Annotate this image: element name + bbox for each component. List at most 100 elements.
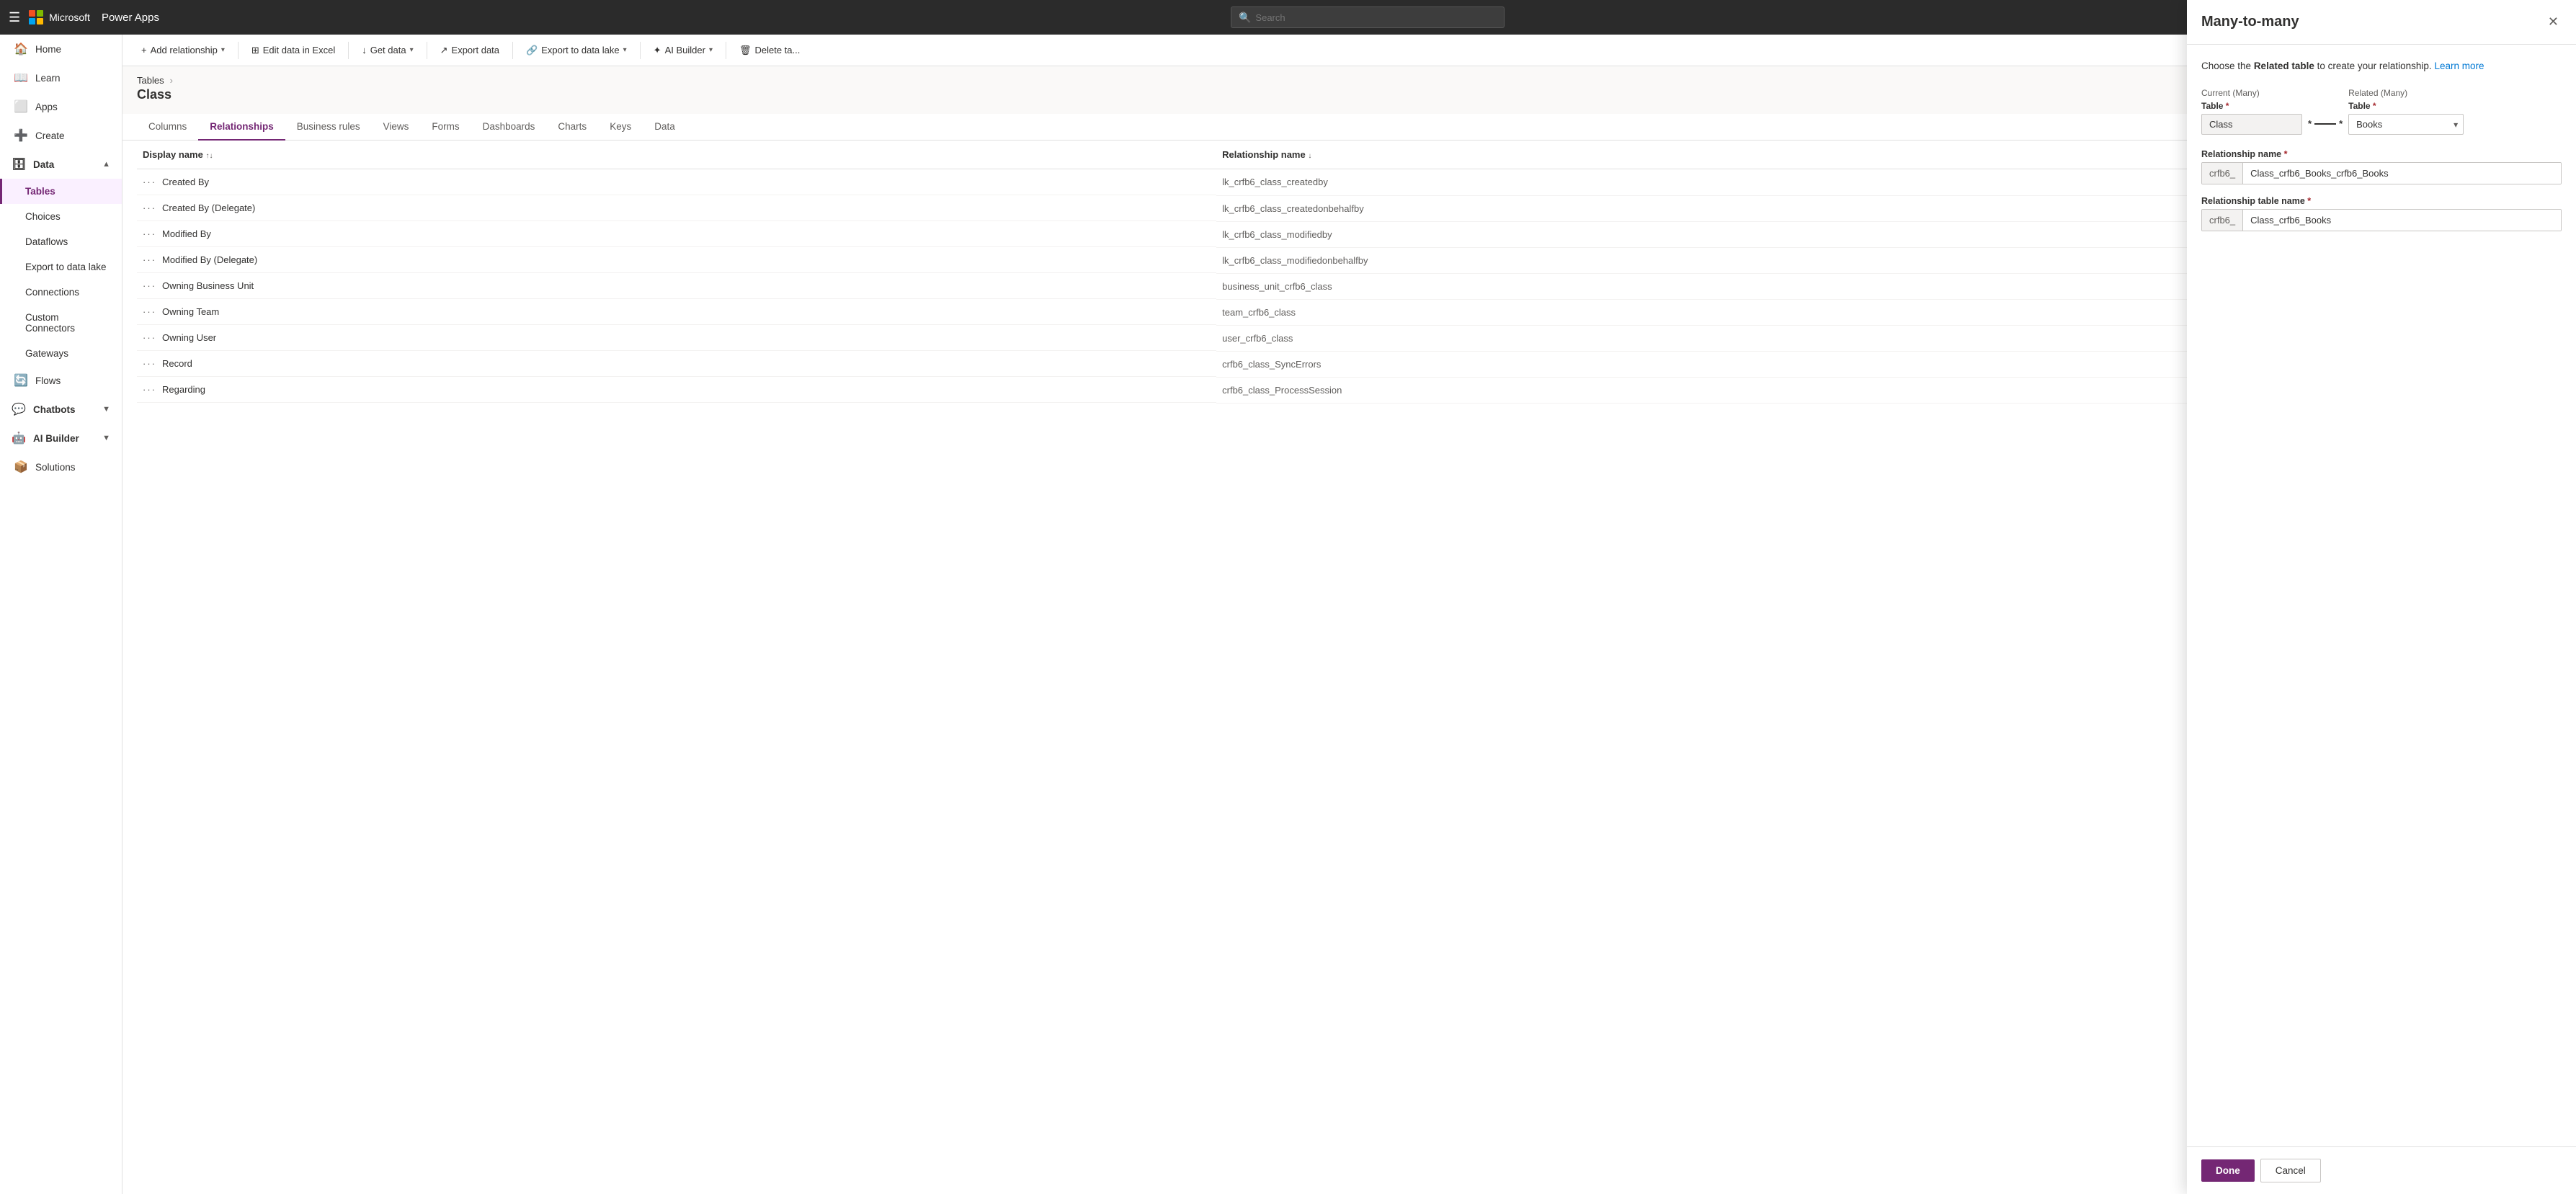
- sidebar-item-label-data: Data: [33, 159, 54, 170]
- sidebar-item-label-connections: Connections: [25, 287, 79, 298]
- more-actions-icon[interactable]: ···: [143, 202, 156, 213]
- tab-data[interactable]: Data: [643, 114, 687, 141]
- sidebar-item-apps[interactable]: ⬜ Apps: [0, 92, 122, 121]
- page-title: Class: [137, 87, 171, 102]
- more-actions-icon[interactable]: ···: [143, 384, 156, 395]
- sidebar-group-data[interactable]: 🗄 Data ▲: [0, 150, 122, 179]
- more-actions-icon[interactable]: ···: [143, 280, 156, 291]
- sidebar-item-custom-connectors[interactable]: Custom Connectors: [0, 305, 122, 341]
- home-icon: 🏠: [14, 42, 28, 56]
- current-table-label: Table *: [2201, 101, 2302, 111]
- cmd-divider-1: [238, 42, 239, 59]
- export-lake-button[interactable]: 🔗 Export to data lake ▾: [519, 40, 634, 61]
- search-input[interactable]: [1255, 12, 1497, 23]
- export-data-button[interactable]: ↗ Export data: [433, 40, 507, 61]
- more-actions-icon[interactable]: ···: [143, 228, 156, 239]
- expand-icon: ▲: [102, 160, 110, 169]
- get-data-button[interactable]: ↓ Get data ▾: [355, 40, 420, 60]
- cancel-button[interactable]: Cancel: [2260, 1159, 2321, 1182]
- sidebar-item-home[interactable]: 🏠 Home: [0, 35, 122, 63]
- sidebar-item-gateways[interactable]: Gateways: [0, 341, 122, 366]
- delete-table-label: Delete ta...: [754, 45, 800, 55]
- tab-charts[interactable]: Charts: [546, 114, 598, 141]
- rel-name-prefix: crfb6_: [2202, 163, 2243, 184]
- tab-business-rules[interactable]: Business rules: [285, 114, 372, 141]
- get-data-label: Get data: [370, 45, 406, 55]
- delete-table-button[interactable]: 🗑 Delete ta...: [732, 40, 807, 61]
- export-lake-label: Export to data lake: [541, 45, 619, 55]
- sidebar-item-create[interactable]: ➕ Create: [0, 121, 122, 150]
- export-data-label: Export data: [452, 45, 500, 55]
- sidebar-item-label-export: Export to data lake: [25, 262, 107, 272]
- ai-expand-icon: ▼: [102, 434, 110, 442]
- microsoft-text: Microsoft: [49, 12, 90, 23]
- related-table-label: Table *: [2348, 101, 2464, 111]
- sort-rel-name-icon: ↓: [1308, 152, 1311, 160]
- tab-views[interactable]: Views: [372, 114, 421, 141]
- sidebar-item-learn[interactable]: 📖 Learn: [0, 63, 122, 92]
- sidebar-item-solutions[interactable]: 📦 Solutions: [0, 453, 122, 481]
- cmd-divider-5: [640, 42, 641, 59]
- breadcrumb-parent[interactable]: Tables: [137, 75, 164, 86]
- sort-display-name-icon: ↑↓: [205, 152, 213, 160]
- tab-relationships[interactable]: Relationships: [198, 114, 285, 141]
- chatbots-icon: 💬: [12, 402, 26, 416]
- create-icon: ➕: [14, 128, 28, 143]
- more-actions-icon[interactable]: ···: [143, 306, 156, 317]
- get-data-chevron: ▾: [410, 46, 414, 54]
- cell-display-name: ··· Owning Business Unit: [137, 273, 1216, 299]
- panel-title: Many-to-many: [2201, 14, 2299, 30]
- more-actions-icon[interactable]: ···: [143, 177, 156, 187]
- cell-display-name: ··· Modified By: [137, 221, 1216, 247]
- more-actions-icon[interactable]: ···: [143, 332, 156, 343]
- hamburger-icon[interactable]: ☰: [9, 10, 20, 25]
- sidebar-group-ai-builder[interactable]: 🤖 AI Builder ▼: [0, 424, 122, 453]
- sidebar-item-label-apps: Apps: [35, 102, 58, 112]
- more-actions-icon[interactable]: ···: [143, 254, 156, 265]
- panel-close-button[interactable]: ✕: [2545, 12, 2562, 32]
- sidebar-item-export[interactable]: Export to data lake: [0, 254, 122, 280]
- sidebar-item-label-custom-connectors: Custom Connectors: [25, 312, 110, 334]
- ai-builder-icon: ✦: [654, 45, 661, 56]
- done-button[interactable]: Done: [2201, 1159, 2255, 1182]
- search-bar[interactable]: 🔍: [1231, 6, 1505, 28]
- rel-table-name-prefix: crfb6_: [2202, 210, 2243, 231]
- sidebar-item-tables[interactable]: Tables: [0, 179, 122, 204]
- tab-forms[interactable]: Forms: [420, 114, 471, 141]
- tab-dashboards[interactable]: Dashboards: [471, 114, 547, 141]
- sidebar-item-connections[interactable]: Connections: [0, 280, 122, 305]
- cell-display-name: ··· Owning Team: [137, 299, 1216, 325]
- cell-display-name: ··· Owning User: [137, 325, 1216, 351]
- add-relationship-button[interactable]: + Add relationship ▾: [134, 40, 232, 60]
- add-relationship-chevron: ▾: [221, 46, 225, 54]
- sidebar-item-flows[interactable]: 🔄 Flows: [0, 366, 122, 395]
- related-table-select-wrapper: BooksAccountContactLead ▾: [2348, 114, 2464, 135]
- sidebar-item-label-solutions: Solutions: [35, 462, 76, 473]
- sidebar-group-chatbots[interactable]: 💬 Chatbots ▼: [0, 395, 122, 424]
- sidebar-item-label-choices: Choices: [25, 211, 61, 222]
- connector-line: [2314, 123, 2336, 125]
- learn-more-link[interactable]: Learn more: [2434, 61, 2484, 71]
- more-actions-icon[interactable]: ···: [143, 358, 156, 369]
- tab-columns[interactable]: Columns: [137, 114, 198, 141]
- relationship-table-name-input-row[interactable]: crfb6_: [2201, 209, 2562, 231]
- relationship-name-input[interactable]: [2243, 163, 2561, 184]
- col-header-display-name[interactable]: Display name ↑↓: [137, 141, 1216, 169]
- related-table-select[interactable]: BooksAccountContactLead: [2348, 114, 2464, 135]
- tab-keys[interactable]: Keys: [598, 114, 643, 141]
- connector-left-star: *: [2308, 118, 2312, 129]
- panel-header: Many-to-many ✕: [2187, 0, 2576, 45]
- relationship-table-name-input[interactable]: [2243, 210, 2561, 231]
- current-section-label: Current (Many): [2201, 88, 2302, 98]
- delete-icon: 🗑: [739, 45, 752, 56]
- ai-builder-button[interactable]: ✦ AI Builder ▾: [646, 40, 720, 61]
- sidebar-item-choices[interactable]: Choices: [0, 204, 122, 229]
- edit-excel-button[interactable]: ⊞ Edit data in Excel: [244, 40, 342, 61]
- sidebar-item-label-dataflows: Dataflows: [25, 236, 68, 247]
- cell-display-name: ··· Created By (Delegate): [137, 195, 1216, 221]
- data-icon: 🗄: [12, 157, 26, 171]
- edit-excel-label: Edit data in Excel: [263, 45, 335, 55]
- sidebar-item-dataflows[interactable]: Dataflows: [0, 229, 122, 254]
- cmd-divider-4: [512, 42, 513, 59]
- relationship-name-input-row[interactable]: crfb6_: [2201, 162, 2562, 184]
